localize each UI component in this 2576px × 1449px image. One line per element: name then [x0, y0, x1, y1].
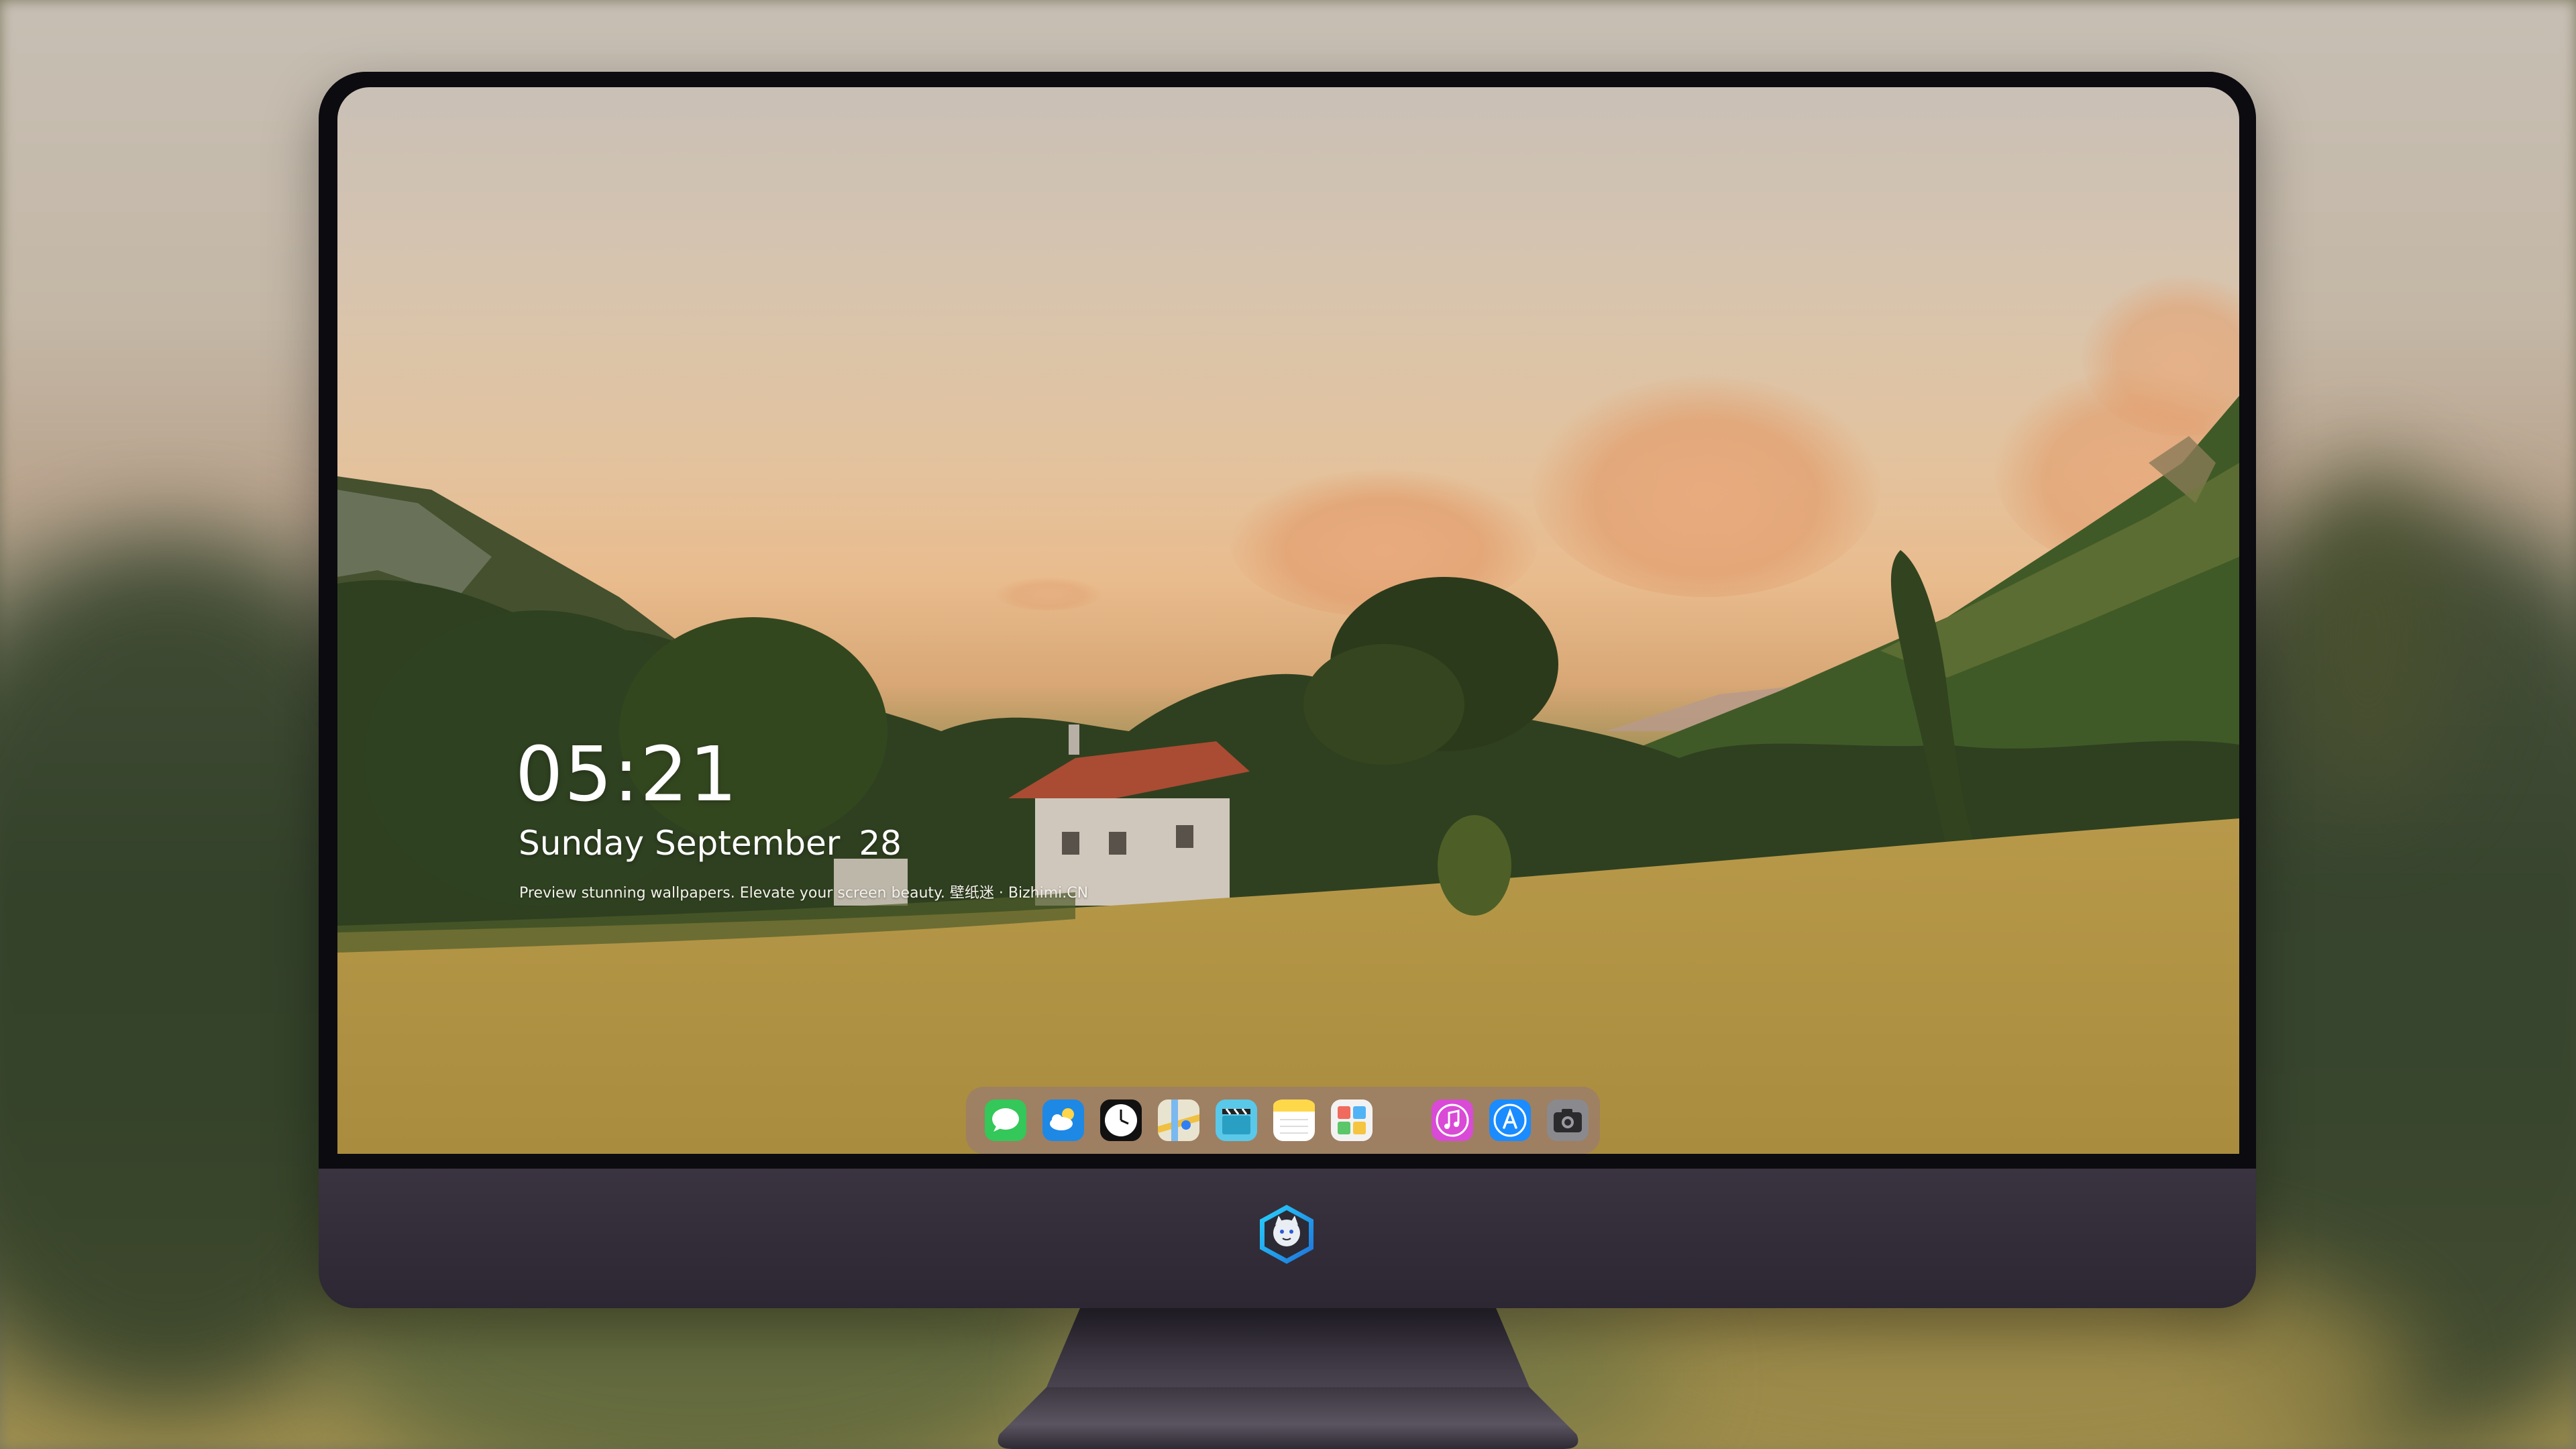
clock-icon — [1100, 1099, 1142, 1141]
clapperboard-icon — [1216, 1099, 1257, 1141]
dock-app-maps[interactable] — [1158, 1099, 1199, 1141]
dock-app-notes[interactable] — [1273, 1099, 1315, 1141]
map-icon — [1158, 1099, 1199, 1141]
message-bubble-icon — [985, 1099, 1026, 1141]
dock-app-messages[interactable] — [985, 1099, 1026, 1141]
dock-app-videos[interactable] — [1216, 1099, 1257, 1141]
wallpaper-tagline: Preview stunning wallpapers. Elevate you… — [519, 885, 1089, 902]
app-store-icon — [1489, 1099, 1531, 1141]
dock — [966, 1087, 1600, 1154]
monitor-stand-neck — [1046, 1308, 1529, 1387]
lock-screen-date: Sunday September 28 — [519, 824, 902, 863]
landscape-illustration — [337, 396, 2239, 1154]
music-note-icon — [1432, 1099, 1473, 1141]
camera-icon — [1547, 1099, 1589, 1141]
photo-grid-icon — [1331, 1099, 1373, 1141]
monitor-stand-base — [998, 1387, 1578, 1449]
dock-app-music[interactable] — [1432, 1099, 1473, 1141]
notes-icon — [1273, 1099, 1315, 1141]
date-weekday-month: Sunday September — [519, 824, 841, 863]
cloud-sun-icon — [1042, 1099, 1084, 1141]
brand-logo-icon — [1260, 1205, 1313, 1264]
lock-screen[interactable]: 05:21 Sunday September 28 Preview stunnin… — [337, 87, 2239, 1154]
dock-app-app-store[interactable] — [1489, 1099, 1531, 1141]
dock-app-weather[interactable] — [1042, 1099, 1084, 1141]
lock-screen-time: 05:21 — [515, 731, 739, 818]
date-day: 28 — [859, 824, 902, 863]
dock-app-photos[interactable] — [1331, 1099, 1373, 1141]
dock-app-camera[interactable] — [1547, 1099, 1589, 1141]
dock-app-clock[interactable] — [1100, 1099, 1142, 1141]
